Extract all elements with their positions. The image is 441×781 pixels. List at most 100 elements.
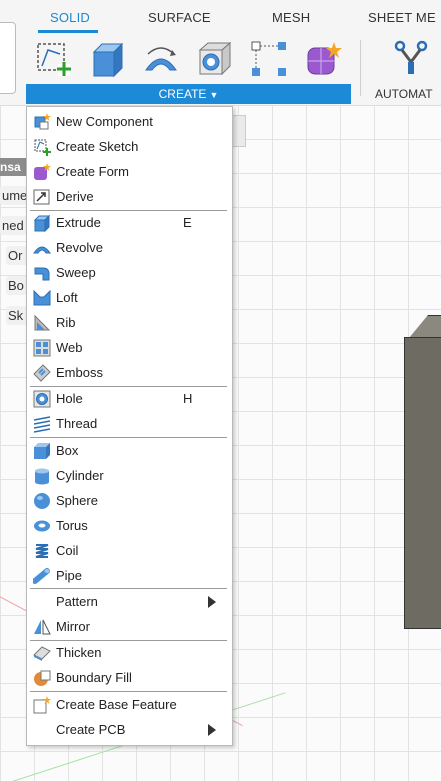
browser-item[interactable]: ned [0,216,28,235]
menu-item-create-pcb[interactable]: Create PCB [27,718,232,742]
hole-icon [33,390,51,408]
pipe-icon [33,568,50,584]
menu-item-web[interactable]: Web [27,336,232,360]
extrude-icon[interactable] [88,40,126,78]
torus-icon [34,520,50,532]
menu-item-rib[interactable]: Rib [27,311,232,335]
create-dropdown-button[interactable]: CREATE ▼ [26,84,351,104]
coil-icon [35,544,49,558]
menu-item-thread[interactable]: Thread [27,412,232,436]
menu-item-label: Extrude [56,215,101,230]
menu-item-create-sketch[interactable]: Create Sketch [27,135,232,159]
extrude-icon [33,214,51,232]
submenu-arrow-icon [208,596,216,608]
menu-item-loft[interactable]: Loft [27,286,232,310]
menu-item-label: Sphere [56,493,98,508]
derive-icon [33,189,50,205]
create-base-feature-icon [33,696,51,714]
workspace-switcher[interactable] [0,22,16,94]
active-tab-indicator [38,30,98,33]
browser-item[interactable]: Sk [6,306,28,325]
boundary-fill-icon [34,670,51,686]
menu-item-box[interactable]: Box [27,439,232,463]
create-form-icon[interactable] [304,40,342,78]
menu-item-label: Loft [56,290,78,305]
thread-icon [33,416,51,433]
menu-item-emboss[interactable]: Emboss [27,361,232,385]
create-form-icon [34,163,51,180]
new-component-icon [34,113,51,130]
tab-mesh[interactable]: MESH [272,10,310,25]
menu-separator [30,691,227,692]
menu-item-sphere[interactable]: Sphere [27,489,232,513]
menu-item-label: Emboss [56,365,103,380]
browser-item[interactable]: Bo [6,276,28,295]
menu-item-revolve[interactable]: Revolve [27,236,232,260]
menu-item-label: Hole [56,391,83,406]
create-sketch-icon[interactable] [34,40,72,78]
menu-item-extrude[interactable]: Extrude E [27,211,232,235]
automate-label[interactable]: AUTOMAT [375,87,433,101]
browser-item[interactable]: Or [6,246,28,265]
thicken-icon [33,646,51,661]
menu-item-label: Thicken [56,645,102,660]
menu-separator [30,588,227,589]
menu-item-label: Create PCB [56,722,126,737]
menu-item-label: Create Form [56,164,129,179]
menu-item-label: Coil [56,543,79,558]
sweep-icon [34,267,50,281]
caret-down-icon: ▼ [209,90,219,100]
shortcut-key: E [183,215,192,230]
menu-item-label: Rib [56,315,76,330]
revolve-icon[interactable] [142,40,180,78]
create-sketch-icon [34,139,51,156]
emboss-icon [33,364,51,382]
menu-item-boundary-fill[interactable]: Boundary Fill [27,666,232,690]
menu-item-pattern[interactable]: Pattern [27,590,232,614]
menu-item-label: Torus [56,518,88,533]
hole-icon[interactable] [196,40,234,78]
menu-item-label: Mirror [56,619,90,634]
mirror-icon [34,619,51,635]
rib-icon [34,314,51,331]
menu-item-new-component[interactable]: New Component [27,110,232,134]
sphere-icon [34,493,50,509]
menu-item-label: Create Sketch [56,139,139,154]
menu-item-label: Thread [56,416,98,431]
menu-item-torus[interactable]: Torus [27,514,232,538]
menu-item-sweep[interactable]: Sweep [27,261,232,285]
menu-item-thicken[interactable]: Thicken [27,641,232,665]
loft-icon [33,289,51,306]
menu-item-create-base-feature[interactable]: Create Base Feature [27,693,232,717]
menu-item-label: Boundary Fill [56,670,132,685]
body-front-face[interactable] [404,337,441,629]
create-label: CREATE [158,87,207,101]
menu-item-label: Sweep [56,265,96,280]
toolbar: SOLID SURFACE MESH SHEET ME AUTOMAT CREA… [0,0,441,106]
automate-icon[interactable] [392,38,430,76]
menu-item-label: New Component [56,114,153,129]
menu-item-coil[interactable]: Coil [27,539,232,563]
menu-item-hole[interactable]: Hole H [27,387,232,411]
menu-separator [30,437,227,438]
shortcut-key: H [183,391,193,406]
tab-sheet-metal[interactable]: SHEET ME [368,10,436,25]
menu-item-mirror[interactable]: Mirror [27,615,232,639]
menu-item-label: Pattern [56,594,98,609]
menu-item-label: Box [56,443,79,458]
menu-item-pipe[interactable]: Pipe [27,564,232,588]
tab-surface[interactable]: SURFACE [148,10,211,25]
menu-item-label: Web [56,340,83,355]
tab-solid[interactable]: SOLID [50,10,90,25]
menu-item-derive[interactable]: Derive [27,185,232,209]
menu-item-label: Cylinder [56,468,104,483]
create-menu: New Component Create Sketch Create Form … [26,106,233,746]
pattern-icon[interactable] [250,40,288,78]
menu-item-label: Derive [56,189,94,204]
revolve-icon [33,246,51,254]
browser-item[interactable]: ume [0,186,28,205]
menu-item-create-form[interactable]: Create Form [27,160,232,184]
box-icon [34,443,50,459]
web-icon [33,339,51,357]
menu-item-cylinder[interactable]: Cylinder [27,464,232,488]
